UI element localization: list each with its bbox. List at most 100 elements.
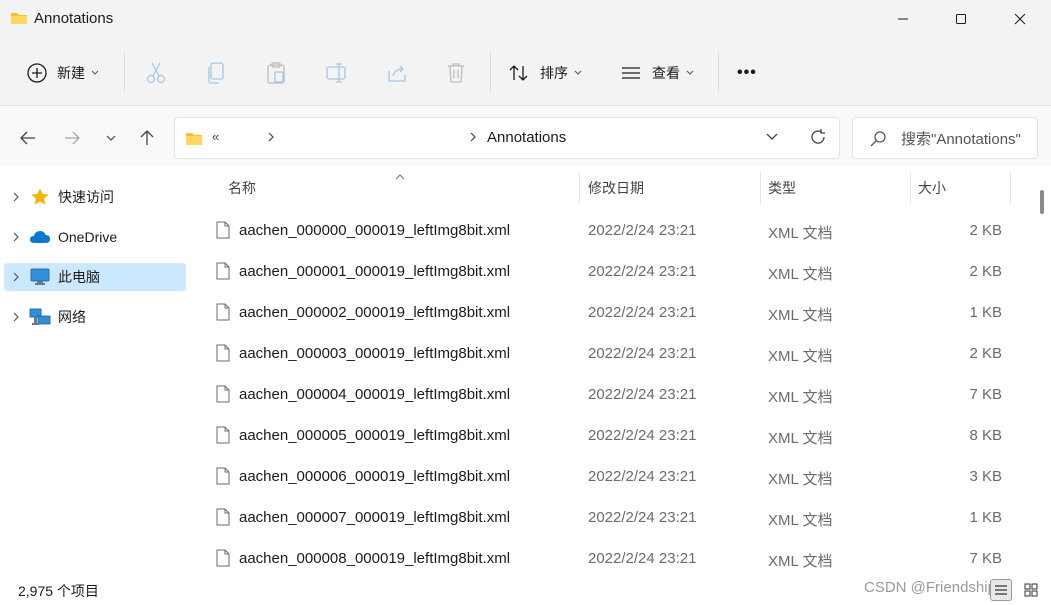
file-name: aachen_000004_000019_leftImg8bit.xml bbox=[239, 386, 511, 403]
more-options-button[interactable]: ••• bbox=[737, 58, 757, 88]
search-icon bbox=[869, 130, 887, 153]
search-box[interactable] bbox=[852, 117, 1038, 159]
chevron-down-icon bbox=[574, 70, 582, 75]
refresh-button[interactable] bbox=[808, 127, 828, 152]
column-divider[interactable] bbox=[760, 172, 761, 204]
up-button[interactable] bbox=[133, 124, 161, 152]
forward-button[interactable] bbox=[58, 124, 86, 152]
table-row[interactable]: aachen_000005_000019_leftImg8bit.xml 2022… bbox=[190, 414, 1033, 455]
table-row[interactable]: aachen_000006_000019_leftImg8bit.xml 2022… bbox=[190, 455, 1033, 496]
file-name: aachen_000008_000019_leftImg8bit.xml bbox=[239, 550, 511, 567]
file-explorer-window: Annotations 新建 排序 查看 ••• « Annotations 搜… bbox=[0, 0, 1051, 605]
toolbar-divider bbox=[490, 52, 491, 92]
sort-icon bbox=[509, 65, 528, 81]
column-divider[interactable] bbox=[1010, 172, 1011, 204]
details-view-icon bbox=[995, 585, 1007, 595]
search-input[interactable] bbox=[901, 128, 1037, 150]
chevron-right-icon[interactable] bbox=[4, 191, 28, 203]
navigation-pane: 快速访问 OneDrive 此电脑 网络 bbox=[0, 166, 190, 576]
share-button[interactable] bbox=[385, 58, 409, 88]
details-view-button[interactable] bbox=[990, 579, 1012, 601]
chevron-down-icon bbox=[766, 133, 778, 140]
table-row[interactable]: aachen_000002_000019_leftImg8bit.xml 2022… bbox=[190, 291, 1033, 332]
arrow-left-icon bbox=[20, 131, 35, 145]
chevron-down-icon bbox=[91, 70, 99, 75]
table-row[interactable]: aachen_000001_000019_leftImg8bit.xml 2022… bbox=[190, 250, 1033, 291]
file-icon bbox=[216, 426, 230, 449]
file-icon bbox=[216, 385, 230, 408]
rename-button[interactable] bbox=[325, 58, 349, 88]
table-row[interactable]: aachen_000007_000019_leftImg8bit.xml 2022… bbox=[190, 496, 1033, 537]
toolbar-divider bbox=[124, 52, 125, 92]
address-dropdown-button[interactable] bbox=[765, 130, 779, 149]
file-size: 2 KB bbox=[969, 345, 1002, 362]
breadcrumb-chevron-icon[interactable] bbox=[469, 130, 477, 149]
file-type: XML 文档 bbox=[768, 512, 833, 529]
breadcrumb-current[interactable]: Annotations bbox=[487, 129, 566, 146]
chevron-right-icon[interactable] bbox=[4, 231, 28, 243]
close-icon bbox=[1014, 13, 1026, 25]
new-button[interactable]: 新建 bbox=[26, 58, 99, 88]
file-type: XML 文档 bbox=[768, 225, 833, 242]
cut-button[interactable] bbox=[145, 58, 167, 88]
sidebar-item-onedrive[interactable]: OneDrive bbox=[4, 223, 186, 251]
vertical-scrollbar[interactable] bbox=[1033, 166, 1051, 576]
file-name: aachen_000005_000019_leftImg8bit.xml bbox=[239, 427, 511, 444]
sidebar-item-quick-access[interactable]: 快速访问 bbox=[4, 183, 186, 211]
chevron-right-icon[interactable] bbox=[4, 271, 28, 283]
back-button[interactable] bbox=[14, 124, 42, 152]
watermark: CSDN @Friendship. bbox=[864, 579, 1001, 596]
sidebar-item-network[interactable]: 网络 bbox=[4, 303, 186, 331]
file-icon bbox=[216, 508, 230, 531]
tiles-view-icon bbox=[1024, 583, 1038, 597]
plus-circle-icon bbox=[27, 63, 47, 83]
file-size: 8 KB bbox=[969, 427, 1002, 444]
column-header-date[interactable]: 修改日期 bbox=[588, 166, 644, 210]
maximize-icon bbox=[956, 14, 966, 24]
file-size: 3 KB bbox=[969, 468, 1002, 485]
scrollbar-thumb[interactable] bbox=[1040, 190, 1044, 214]
column-divider[interactable] bbox=[910, 172, 911, 204]
title-bar[interactable]: Annotations bbox=[0, 0, 1051, 38]
sidebar-item-this-pc[interactable]: 此电脑 bbox=[4, 263, 186, 291]
file-date: 2022/2/24 23:21 bbox=[588, 509, 697, 526]
file-type: XML 文档 bbox=[768, 348, 833, 365]
file-type: XML 文档 bbox=[768, 471, 833, 488]
maximize-button[interactable] bbox=[938, 0, 984, 38]
folder-icon bbox=[185, 131, 203, 152]
view-button[interactable]: 查看 bbox=[620, 58, 694, 88]
file-name: aachen_000001_000019_leftImg8bit.xml bbox=[239, 263, 511, 280]
rename-icon bbox=[326, 63, 346, 83]
file-size: 7 KB bbox=[969, 386, 1002, 403]
column-header-name[interactable]: 名称 bbox=[228, 166, 256, 210]
chevron-down-icon bbox=[686, 70, 694, 75]
file-icon bbox=[216, 221, 230, 244]
table-row[interactable]: aachen_000004_000019_leftImg8bit.xml 2022… bbox=[190, 373, 1033, 414]
paste-button[interactable] bbox=[265, 58, 287, 88]
column-divider[interactable] bbox=[579, 172, 580, 204]
file-date: 2022/2/24 23:21 bbox=[588, 345, 697, 362]
sort-button[interactable]: 排序 bbox=[508, 58, 582, 88]
delete-button[interactable] bbox=[445, 58, 467, 88]
status-bar: 2,975 个项目 CSDN @Friendship. bbox=[0, 576, 1051, 605]
column-header-size[interactable]: 大小 bbox=[918, 166, 946, 210]
breadcrumb-chevron-icon[interactable] bbox=[267, 130, 275, 149]
minimize-button[interactable] bbox=[880, 0, 926, 38]
column-header-type[interactable]: 类型 bbox=[768, 166, 796, 210]
recent-locations-button[interactable] bbox=[97, 124, 125, 152]
sort-label: 排序 bbox=[540, 65, 568, 81]
table-row[interactable]: aachen_000008_000019_leftImg8bit.xml 2022… bbox=[190, 537, 1033, 576]
address-bar[interactable]: « Annotations bbox=[174, 117, 840, 159]
close-button[interactable] bbox=[997, 0, 1043, 38]
sidebar-item-label: 此电脑 bbox=[58, 269, 100, 285]
chevron-right-icon[interactable] bbox=[4, 311, 28, 323]
toolbar-divider bbox=[718, 52, 719, 92]
minimize-icon bbox=[898, 18, 908, 20]
copy-button[interactable] bbox=[205, 58, 227, 88]
table-row[interactable]: aachen_000000_000019_leftImg8bit.xml 2022… bbox=[190, 209, 1033, 250]
address-overflow[interactable]: « bbox=[212, 129, 219, 144]
cloud-icon bbox=[28, 229, 52, 245]
tiles-view-button[interactable] bbox=[1020, 579, 1042, 601]
file-type: XML 文档 bbox=[768, 389, 833, 406]
table-row[interactable]: aachen_000003_000019_leftImg8bit.xml 2022… bbox=[190, 332, 1033, 373]
